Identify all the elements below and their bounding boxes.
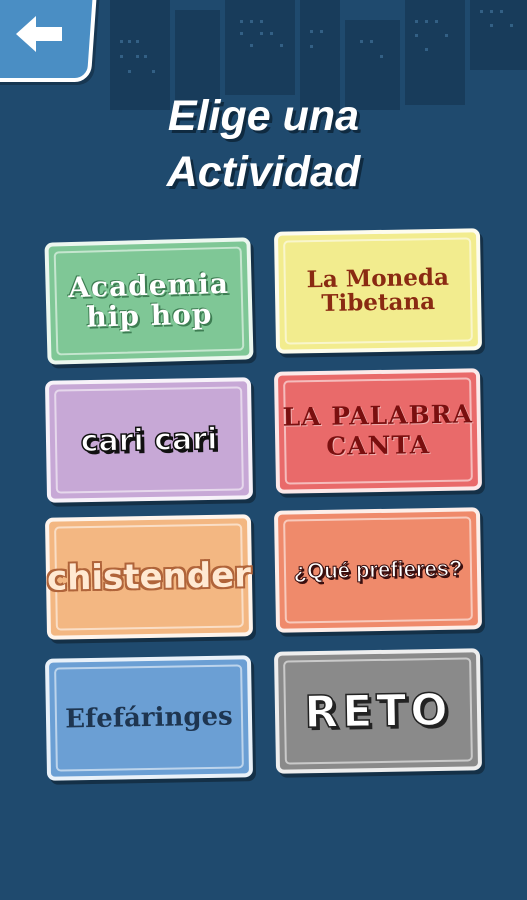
activity-card-cari-cari[interactable]: cari cari [44,377,254,503]
activity-card-chistender[interactable]: chistender [44,514,254,640]
back-button[interactable] [0,0,98,82]
activity-card-que-prefieres[interactable]: ¿Qué prefieres? [273,507,483,633]
page-title: Elige una Actividad [0,88,527,200]
title-line-2: Actividad [166,148,361,196]
activity-card-la-moneda-tibetana[interactable]: La Moneda Tibetana [273,228,483,354]
activity-label: Academia hip hop [67,266,230,334]
activity-label: Efefáringes [65,701,233,735]
back-arrow-icon [16,16,62,52]
activity-card-academia-hip-hop[interactable]: Academia hip hop [44,237,254,365]
activity-card-la-palabra-canta[interactable]: LA PALABRA CANTA [273,368,483,494]
activity-label: cari cari [80,421,219,460]
activity-label: ¿Qué prefieres? [293,555,463,584]
activity-card-efefaringes[interactable]: Efefáringes [44,655,254,781]
activity-label: LA PALABRA CANTA [282,399,474,461]
activity-label: La Moneda Tibetana [306,263,450,317]
activity-label: RETO [303,683,453,738]
activity-label: chistender [46,555,252,599]
activity-card-reto[interactable]: RETO [273,648,483,774]
title-line-1: Elige una [167,92,360,140]
